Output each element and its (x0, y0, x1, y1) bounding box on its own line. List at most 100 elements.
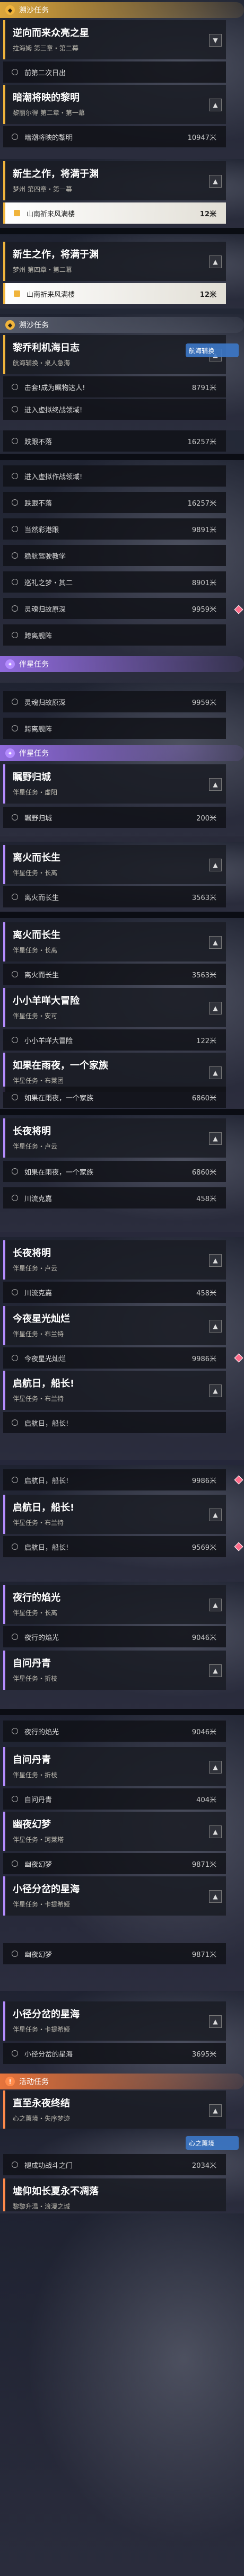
quest-type-icon: ◆ (5, 320, 15, 330)
chevron-up-icon[interactable]: ▲ (209, 936, 222, 949)
quest-card[interactable]: 今夜星光灿烂 伴星任务・布兰特 ▲ (3, 1306, 226, 1345)
objective-item-tracked[interactable]: 山南祈来风满楼 12米 (3, 202, 226, 224)
objective-item[interactable]: 如果在雨夜，一个家族 6860米 (3, 1087, 226, 1108)
objective-label: 夜行的焰光 (24, 1634, 59, 1642)
quest-card[interactable]: 暗潮将映的黎明 黎丽尔得 第二章・第一幕 ▲ (3, 85, 226, 124)
section-header-trailblaze: ◆ 溯沙任务 (0, 317, 244, 333)
chevron-up-icon[interactable]: ▲ (209, 1825, 222, 1838)
quest-card[interactable]: 新生之作，将满于渊 梦州 第四章・第二幕 ▲ (3, 242, 226, 281)
quest-card[interactable]: 瞩野归城 伴星任务・虚阳 ▲ (3, 764, 226, 804)
chevron-up-icon[interactable]: ▲ (209, 1384, 222, 1397)
objective-item[interactable]: 击套!成为瞩物达人! 8791米 (3, 376, 226, 398)
objective-distance: 6860米 (191, 1094, 216, 1102)
objective-item[interactable]: 幽夜幻梦 9871米 (3, 1943, 226, 1964)
quest-title: 小径分岔的星海 (13, 2009, 80, 2020)
objective-item[interactable]: 褪成功战斗之门 2034米 (3, 2154, 226, 2175)
objective-item[interactable]: 夜行的焰光 9046米 (3, 1721, 226, 1742)
objective-item-tracked[interactable]: 山南祈来风满楼 12米 (3, 283, 226, 304)
objective-item[interactable]: 川流克嘉 458米 (3, 1187, 226, 1208)
objective-distance: 9959米 (191, 699, 216, 707)
chevron-up-icon[interactable]: ▲ (209, 2104, 222, 2117)
chevron-up-icon[interactable]: ▲ (209, 99, 222, 111)
quest-card[interactable]: 长夜将明 伴星任务・卢云 ▲ (3, 1118, 226, 1158)
objective-item[interactable]: 离火而长生 3563米 (3, 886, 226, 907)
quest-subtitle: 伴星任务・长离 (13, 1609, 58, 1617)
quest-subtitle: 伴星任务・卢云 (13, 1265, 58, 1272)
chevron-down-icon[interactable]: ▼ (209, 34, 222, 47)
quest-card[interactable]: 离火而长生 伴星任务・长离 ▲ (3, 845, 226, 884)
chevron-up-icon[interactable]: ▲ (209, 2015, 222, 2028)
section-title: 伴星任务 (19, 749, 49, 758)
section-header-companion: ✦ 伴星任务 (0, 656, 244, 672)
panel-strip-15: 心之薰境 褪成功战斗之门 2034米 墟仰如长夏永不凋落 黎黎升温・浪漫之城 (0, 2129, 244, 2213)
quest-title: 夜行的焰光 (13, 1592, 60, 1603)
objective-label: 山南祈来风满楼 (27, 210, 75, 218)
objective-item[interactable]: 启航日，船长! (3, 1412, 226, 1433)
chevron-up-icon[interactable]: ▲ (209, 1890, 222, 1903)
objective-item[interactable]: 自问丹青 404米 (3, 1788, 226, 1810)
objective-item[interactable]: 幽夜幻梦 9871米 (3, 1853, 226, 1874)
chevron-up-icon[interactable]: ▲ (209, 1132, 222, 1145)
section-title: 伴星任务 (19, 660, 49, 669)
objective-ring-icon (12, 1860, 18, 1867)
objective-item[interactable]: 暗潮将映的黎明 10947米 (3, 126, 226, 147)
chevron-up-icon[interactable]: ▲ (209, 1761, 222, 1774)
objective-item[interactable]: 进入虚拟作战领域! (3, 465, 226, 487)
objective-item[interactable]: 瞩野归城 200米 (3, 807, 226, 828)
chevron-up-icon[interactable]: ▲ (209, 859, 222, 871)
objective-item[interactable]: 今夜星光灿烂 9986米 (3, 1347, 226, 1369)
section-header-event: ! 活动任务 (0, 2074, 244, 2089)
objective-item[interactable]: 前第二次日出 (3, 61, 226, 83)
quest-card[interactable]: 长夜将明 伴星任务・卢云 ▲ (3, 1240, 226, 1280)
objective-item[interactable]: 川流克嘉 458米 (3, 1282, 226, 1303)
objective-item[interactable]: 启航日，船长! 9986米 (3, 1469, 226, 1490)
quest-card[interactable]: 夜行的焰光 伴星任务・长离 ▲ (3, 1585, 226, 1624)
quest-card[interactable]: 幽夜幻梦 伴星任务・珂莱塔 ▲ (3, 1812, 226, 1851)
objective-item[interactable]: 小径分岔的星海 3695米 (3, 2043, 226, 2064)
chevron-up-icon[interactable]: ▲ (209, 255, 222, 268)
quest-card[interactable]: 小径分岔的星海 伴星任务・卡提希娅 ▲ (3, 2001, 226, 2041)
chevron-up-icon[interactable]: ▲ (209, 1066, 222, 1079)
quest-card[interactable]: 逆向而来众亮之星 拉海姆 第三章・第二幕 ▼ (3, 20, 226, 59)
quest-card[interactable]: 小小羊咩大冒险 伴星任务・安可 ▲ (3, 988, 226, 1027)
quest-card[interactable]: 直至永夜终结 心之薰境・失序梦迹 ▲ (3, 2090, 226, 2129)
objective-item[interactable]: 跨离舰阵 (3, 718, 226, 739)
chevron-up-icon[interactable]: ▲ (209, 1002, 222, 1014)
quest-card[interactable]: 小径分岔的星海 伴星任务・卡提希娅 ▲ (3, 1876, 226, 1916)
chevron-up-icon[interactable]: ▲ (209, 1254, 222, 1267)
chevron-up-icon[interactable]: ▲ (209, 1320, 222, 1333)
objective-item[interactable]: 夜行的焰光 9046米 (3, 1626, 226, 1647)
quest-card[interactable]: 墟仰如长夏永不凋落 黎黎升温・浪漫之城 (3, 2178, 226, 2211)
objective-item[interactable]: 离火而长生 3563米 (3, 964, 226, 985)
objective-item[interactable]: 启航日，船长! 9569米 (3, 1536, 226, 1557)
chevron-up-icon[interactable]: ▲ (209, 175, 222, 188)
objective-label: 当然彩港跟 (24, 526, 59, 534)
objective-item[interactable]: 灵魂归故原深 9959米 (3, 598, 226, 619)
chevron-up-icon[interactable]: ▲ (209, 1664, 222, 1677)
objective-item[interactable]: 小小羊咩大冒险 122米 (3, 1029, 226, 1051)
objective-label: 进入虚拟作战领域! (24, 473, 83, 481)
quest-title: 逆向而来众亮之星 (13, 28, 89, 39)
quest-card[interactable]: 自问丹青 伴星任务・折枝 ▲ (3, 1747, 226, 1786)
objective-item[interactable]: 稳航驾驶教学 (3, 545, 226, 566)
quest-card[interactable]: 自问丹青 伴星任务・折枝 ▲ (3, 1651, 226, 1690)
objective-item[interactable]: 当然彩港跟 9891米 (3, 518, 226, 540)
chevron-up-icon[interactable]: ▲ (209, 1599, 222, 1611)
objective-item[interactable]: 跌跟不落 16257米 (3, 492, 226, 513)
quest-card[interactable]: 启航日，船长! 伴星任务・布兰特 ▲ (3, 1371, 226, 1410)
objective-item[interactable]: 进入虚拟终战领域! (3, 399, 226, 420)
chevron-up-icon[interactable]: ▲ (209, 1508, 222, 1521)
objective-item[interactable]: 巡礼之梦・其二 8901米 (3, 571, 226, 593)
quest-card[interactable]: 离火而长生 伴星任务・长离 ▲ (3, 922, 226, 961)
objective-item[interactable]: 跨离舰阵 (3, 624, 226, 646)
objective-item[interactable]: 跌跟不落 16257米 (3, 430, 226, 452)
chevron-up-icon[interactable]: ▲ (209, 778, 222, 791)
quest-card[interactable]: 启航日，船长! 伴星任务・布兰特 ▲ (3, 1495, 226, 1534)
objective-item[interactable]: 灵魂归故原深 9959米 (3, 691, 226, 712)
quest-card[interactable]: 新生之作，将满于渊 梦州 第四章・第一幕 ▲ (3, 161, 226, 200)
objective-label: 山南祈来风满楼 (27, 290, 75, 299)
objective-distance: 6860米 (191, 1168, 216, 1177)
panel-strip-1: ◆ 溯沙任务 逆向而来众亮之星 拉海姆 第三章・第二幕 ▼ 前第二次日出 暗潮将… (0, 0, 244, 159)
objective-item[interactable]: 如果在雨夜，一个家族 6860米 (3, 1161, 226, 1182)
quest-card[interactable]: 如果在雨夜，一个家族 伴星任务・布莱团 ▲ (3, 1053, 226, 1092)
